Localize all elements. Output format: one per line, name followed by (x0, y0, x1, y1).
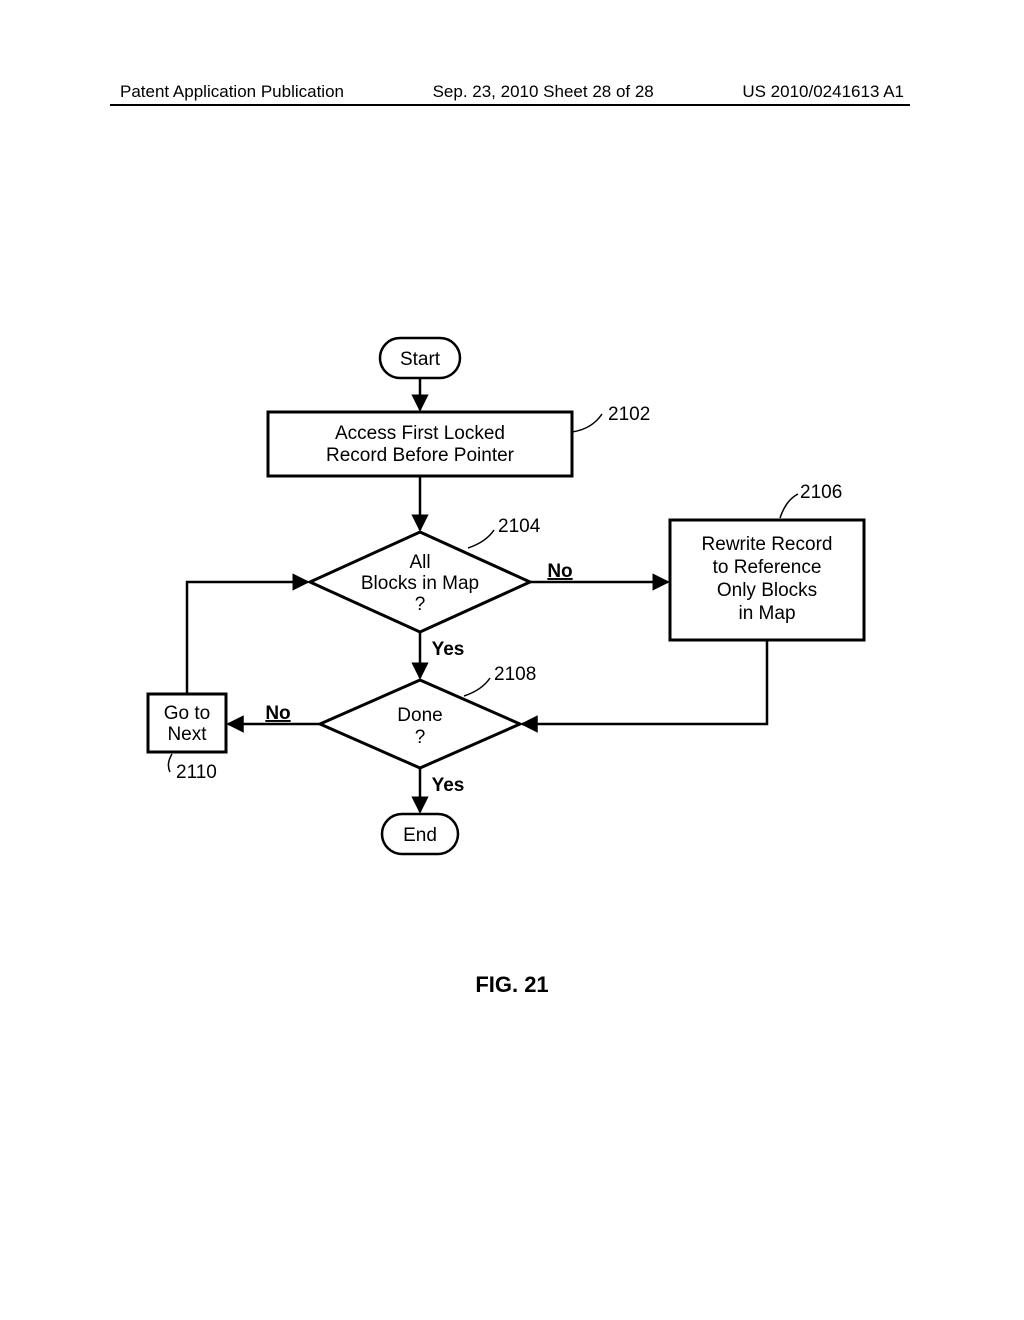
figure-caption: FIG. 21 (0, 972, 1024, 998)
box-2106-l1: Rewrite Record (702, 534, 833, 555)
dec-2108-l1: Done (397, 705, 442, 726)
ref-2108: 2108 (494, 664, 536, 685)
yes-label-2104: Yes (432, 639, 465, 660)
ref-2102: 2102 (608, 404, 650, 425)
arrow-2110-to-2104 (187, 582, 308, 694)
flowchart: Start Access First Locked Record Before … (0, 0, 1024, 1100)
box-2110-l1: Go to (164, 703, 210, 724)
ref-leader-2108 (464, 678, 490, 696)
ref-2104: 2104 (498, 516, 541, 537)
ref-leader-2104 (468, 530, 494, 548)
yes-label-2108: Yes (432, 775, 465, 796)
end-terminator: End (382, 814, 458, 854)
dec-2104-l1: All (409, 552, 430, 573)
start-terminator: Start (380, 338, 460, 378)
box-2102-text-l2: Record Before Pointer (326, 445, 515, 466)
dec-2104-l3: ? (415, 594, 426, 615)
ref-leader-2106 (780, 494, 798, 518)
no-label-2108: No (265, 703, 290, 724)
end-label: End (403, 825, 437, 846)
ref-2106: 2106 (800, 482, 842, 503)
box-2110: Go to Next (148, 694, 226, 752)
box-2102: Access First Locked Record Before Pointe… (268, 412, 572, 476)
decision-2104: All Blocks in Map ? (310, 532, 530, 632)
dec-2104-l2: Blocks in Map (361, 573, 479, 594)
box-2110-l2: Next (167, 724, 207, 745)
arrow-2106-to-2108 (522, 640, 767, 724)
box-2106: Rewrite Record to Reference Only Blocks … (670, 520, 864, 640)
box-2106-l3: Only Blocks (717, 580, 817, 601)
dec-2108-l2: ? (415, 727, 426, 748)
ref-leader-2102 (572, 414, 602, 432)
decision-2108: Done ? (320, 680, 520, 768)
start-label: Start (400, 349, 441, 370)
ref-2110: 2110 (176, 762, 217, 783)
box-2106-l2: to Reference (713, 557, 822, 578)
no-label-2104: No (547, 561, 572, 582)
ref-leader-2110 (168, 754, 172, 772)
box-2102-text-l1: Access First Locked (335, 423, 505, 444)
box-2106-l4: in Map (738, 603, 795, 624)
